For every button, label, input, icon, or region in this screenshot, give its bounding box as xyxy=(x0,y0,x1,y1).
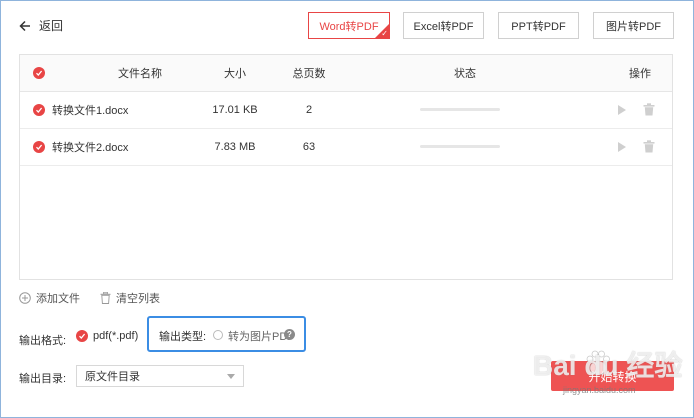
output-format-option[interactable]: pdf(*.pdf) xyxy=(76,330,138,342)
play-icon[interactable] xyxy=(617,141,627,153)
table-header: 文件名称 大小 总页数 状态 操作 xyxy=(20,55,672,92)
file-size: 7.83 MB xyxy=(214,140,256,153)
file-table: 文件名称 大小 总页数 状态 操作 转换文件1.docx 17.01 KB 2 xyxy=(19,54,673,280)
col-header-filename: 文件名称 xyxy=(118,68,162,80)
output-dir-value: 原文件目录 xyxy=(85,371,140,383)
table-row[interactable]: 转换文件2.docx 7.83 MB 63 xyxy=(20,128,672,166)
status-progress xyxy=(420,128,500,165)
play-icon[interactable] xyxy=(617,104,627,116)
file-name: 转换文件2.docx xyxy=(52,141,129,154)
select-all-checkbox[interactable] xyxy=(32,55,46,91)
tab-label: 图片转PDF xyxy=(606,20,661,33)
image-pdf-radio[interactable] xyxy=(213,330,223,340)
start-convert-button[interactable]: 开始转换 xyxy=(551,361,674,391)
trash-icon[interactable] xyxy=(643,140,655,153)
tab-word-to-pdf[interactable]: Word转PDF ✓ xyxy=(308,12,390,39)
check-circle-icon xyxy=(33,140,45,153)
output-dir-select[interactable]: 原文件目录 xyxy=(76,365,244,387)
help-icon[interactable]: ? xyxy=(284,329,295,340)
file-size: 17.01 KB xyxy=(212,103,258,116)
start-convert-label: 开始转换 xyxy=(588,369,637,384)
output-format-label: 输出格式: xyxy=(19,335,67,347)
check-icon: ✓ xyxy=(381,29,388,38)
output-type-group: 输出类型: 转为图片PDF ? xyxy=(147,316,306,352)
tab-label: Word转PDF xyxy=(319,20,379,33)
progress-bar xyxy=(420,145,500,148)
clear-list-label: 清空列表 xyxy=(116,293,160,305)
page-count: 63 xyxy=(302,140,316,153)
check-circle-icon xyxy=(33,103,45,116)
plus-circle-icon xyxy=(19,292,31,304)
output-type-label: 输出类型: xyxy=(159,331,207,343)
file-name: 转换文件1.docx xyxy=(52,104,129,117)
check-circle-icon xyxy=(76,330,88,342)
app-window: 返回 Word转PDF ✓ Excel转PDF PPT转PDF 图片转PDF 文… xyxy=(0,0,694,418)
tab-image-to-pdf[interactable]: 图片转PDF xyxy=(593,12,674,39)
list-actions: 添加文件 清空列表 xyxy=(19,290,160,306)
tab-excel-to-pdf[interactable]: Excel转PDF xyxy=(403,12,484,39)
row-actions xyxy=(617,91,667,128)
table-row[interactable]: 转换文件1.docx 17.01 KB 2 xyxy=(20,91,672,129)
col-header-pages: 总页数 xyxy=(292,68,326,80)
trash-icon[interactable] xyxy=(643,103,655,116)
tab-label: Excel转PDF xyxy=(413,20,474,33)
row-actions xyxy=(617,128,667,165)
check-circle-icon xyxy=(33,67,45,79)
arrow-left-icon xyxy=(19,20,30,31)
clear-list-button[interactable]: 清空列表 xyxy=(100,290,160,306)
chevron-down-icon xyxy=(227,374,235,379)
col-header-size: 大小 xyxy=(224,68,246,80)
add-file-button[interactable]: 添加文件 xyxy=(19,290,80,306)
progress-bar xyxy=(420,108,500,111)
tab-ppt-to-pdf[interactable]: PPT转PDF xyxy=(498,12,579,39)
col-header-actions: 操作 xyxy=(629,68,651,80)
trash-icon xyxy=(100,292,111,304)
col-header-status: 状态 xyxy=(454,68,476,80)
tab-label: PPT转PDF xyxy=(511,20,566,33)
back-label: 返回 xyxy=(39,19,64,33)
back-button[interactable]: 返回 xyxy=(19,17,63,34)
row-checkbox[interactable] xyxy=(32,128,46,165)
status-progress xyxy=(420,91,500,128)
row-checkbox[interactable] xyxy=(32,91,46,128)
add-file-label: 添加文件 xyxy=(36,293,80,305)
output-dir-label: 输出目录: xyxy=(19,373,67,385)
page-count: 2 xyxy=(305,103,313,116)
output-format-value: pdf(*.pdf) xyxy=(93,330,139,342)
